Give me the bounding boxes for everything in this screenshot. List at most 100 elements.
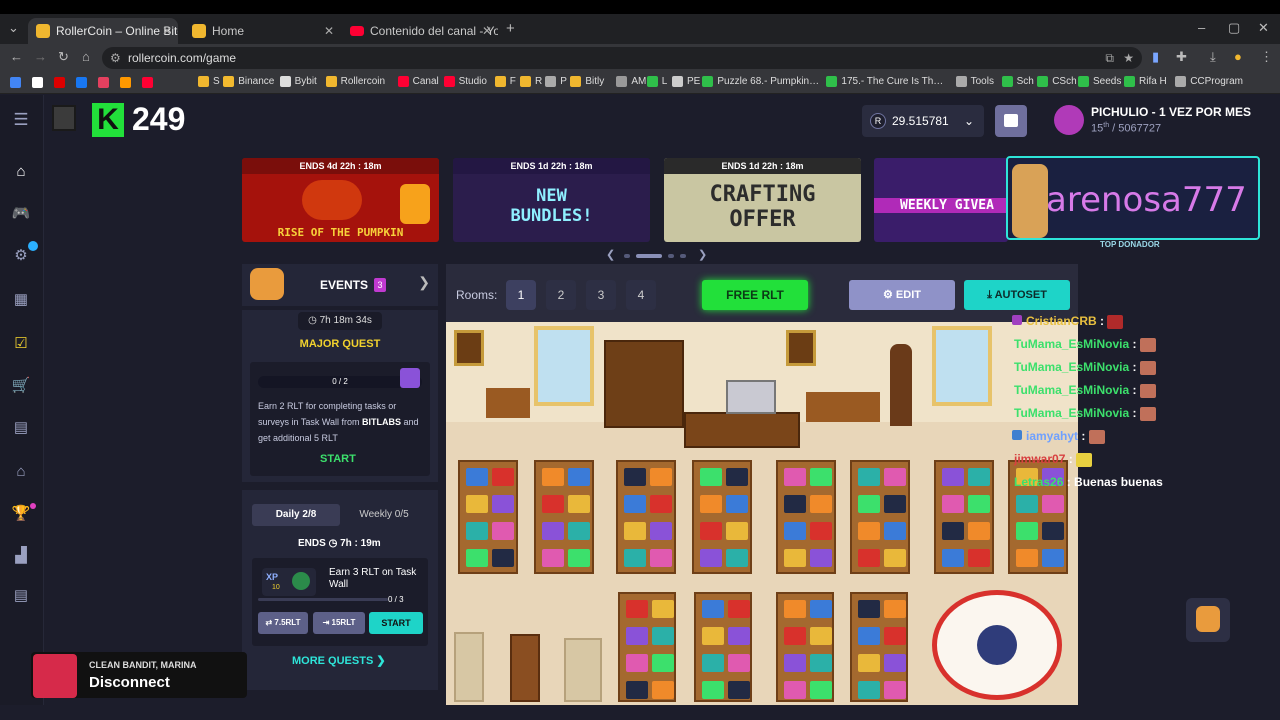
back-icon[interactable]: ← <box>10 49 23 64</box>
miner-icon[interactable] <box>626 654 648 672</box>
miner-icon[interactable] <box>858 627 880 645</box>
miner-icon[interactable] <box>624 522 646 540</box>
bookmark-icon[interactable] <box>76 77 87 88</box>
home-nav-icon[interactable]: ⌂ <box>11 163 31 181</box>
miner-rack[interactable] <box>616 460 676 574</box>
miner-icon[interactable] <box>1016 495 1038 513</box>
miner-icon[interactable] <box>624 549 646 567</box>
event-banner-pumpkin[interactable]: ENDS 4d 22h : 18m RISE OF THE PUMPKIN <box>242 158 439 242</box>
reward-option-b-button[interactable]: ⇥ 15RLT <box>313 612 365 634</box>
miner-icon[interactable] <box>884 495 906 513</box>
bookmark-item[interactable]: 175.- The Cure Is Th… <box>826 76 943 87</box>
bookmark-item[interactable]: AM <box>616 76 646 87</box>
miner-icon[interactable] <box>858 495 880 513</box>
free-rlt-button[interactable]: FREE RLT <box>702 280 808 310</box>
miner-icon[interactable] <box>726 495 748 513</box>
close-tab-icon[interactable]: ✕ <box>162 24 172 38</box>
miner-icon[interactable] <box>784 522 806 540</box>
tab-rollercoin[interactable]: RollerCoin – Online Bitcoin Mi… ✕ <box>28 18 178 44</box>
miner-icon[interactable] <box>626 681 648 699</box>
miner-icon[interactable] <box>858 654 880 672</box>
bookmark-item[interactable]: Bybit <box>279 76 317 87</box>
bookmark-item[interactable]: Rollercoin <box>325 76 385 87</box>
bookmark-icon[interactable] <box>54 77 65 88</box>
bookmark-item[interactable]: P <box>545 76 567 87</box>
bookmark-item[interactable]: Binance <box>223 76 274 87</box>
miner-icon[interactable] <box>784 495 806 513</box>
miner-icon[interactable] <box>884 468 906 486</box>
support-mascot-button[interactable] <box>1186 598 1230 642</box>
miner-icon[interactable] <box>810 654 832 672</box>
miner-icon[interactable] <box>542 522 564 540</box>
miner-rack[interactable] <box>850 592 908 702</box>
miner-icon[interactable] <box>492 522 514 540</box>
rewards-nav-icon[interactable]: 🏆 <box>11 505 31 523</box>
install-app-icon[interactable]: ⧉ <box>1105 47 1114 69</box>
new-tab-icon[interactable]: + <box>506 20 515 37</box>
bookmark-item[interactable]: Canal <box>397 76 439 87</box>
bookmark-item[interactable]: Bitly <box>570 76 604 87</box>
news-nav-icon[interactable]: ▤ <box>11 587 31 605</box>
miner-icon[interactable] <box>1042 495 1064 513</box>
url-input[interactable]: ⚙ rollercoin.com/game ⧉ ★ <box>102 47 1142 69</box>
room-2-button[interactable]: 2 <box>546 280 576 310</box>
miner-icon[interactable] <box>784 600 806 618</box>
miner-icon[interactable] <box>652 654 674 672</box>
events-header[interactable]: EVENTS 3 ❯ <box>242 264 438 306</box>
site-info-icon[interactable]: ⚙ <box>110 47 121 69</box>
miner-icon[interactable] <box>942 522 964 540</box>
bookmark-icon[interactable] <box>32 77 43 88</box>
miner-icon[interactable] <box>700 522 722 540</box>
miner-icon[interactable] <box>810 600 832 618</box>
miner-icon[interactable] <box>626 627 648 645</box>
miner-icon[interactable] <box>942 468 964 486</box>
bookmark-item[interactable]: Studio <box>443 76 487 87</box>
miner-icon[interactable] <box>810 681 832 699</box>
miner-icon[interactable] <box>1016 522 1038 540</box>
tab-daily[interactable]: Daily 2/8 <box>252 504 340 526</box>
miner-icon[interactable] <box>728 654 750 672</box>
reload-icon[interactable]: ↻ <box>58 49 69 65</box>
miner-rack[interactable] <box>618 592 676 702</box>
bookmark-icon[interactable] <box>120 77 131 88</box>
miner-icon[interactable] <box>466 495 488 513</box>
miner-rack[interactable] <box>850 460 910 574</box>
miner-icon[interactable] <box>858 549 880 567</box>
bookmark-item[interactable]: L <box>646 76 667 87</box>
close-window-icon[interactable]: ✕ <box>1258 20 1269 36</box>
miner-icon[interactable] <box>728 627 750 645</box>
task-start-button[interactable]: START <box>369 612 423 634</box>
edit-button[interactable]: ⚙ EDIT <box>849 280 955 310</box>
miner-icon[interactable] <box>626 600 648 618</box>
miner-icon[interactable] <box>702 681 724 699</box>
miner-icon[interactable] <box>942 495 964 513</box>
events-nav-icon[interactable]: ▦ <box>11 291 31 309</box>
miner-icon[interactable] <box>884 600 906 618</box>
tab-home[interactable]: Home ✕ <box>184 18 340 44</box>
chevron-left-icon[interactable]: ❮ <box>606 248 615 261</box>
miner-icon[interactable] <box>968 468 990 486</box>
miner-icon[interactable] <box>1042 549 1064 567</box>
room-1-button[interactable]: 1 <box>506 280 536 310</box>
miner-icon[interactable] <box>884 549 906 567</box>
miner-icon[interactable] <box>884 654 906 672</box>
close-tab-icon[interactable]: ✕ <box>482 24 492 38</box>
market-nav-icon[interactable]: 🛒 <box>11 377 31 395</box>
miner-icon[interactable] <box>968 522 990 540</box>
miner-icon[interactable] <box>810 522 832 540</box>
miner-icon[interactable] <box>728 600 750 618</box>
miner-icon[interactable] <box>652 600 674 618</box>
bookmark-item[interactable]: Tools <box>955 76 994 87</box>
home-icon[interactable]: ⌂ <box>82 49 90 64</box>
bookmark-item[interactable]: Puzzle 68.- Pumpkin… <box>702 76 819 87</box>
bookmark-item[interactable]: R <box>520 76 542 87</box>
miner-icon[interactable] <box>492 468 514 486</box>
miner-icon[interactable] <box>466 549 488 567</box>
miner-icon[interactable] <box>726 522 748 540</box>
bookmark-item[interactable]: F <box>494 76 516 87</box>
forward-icon[interactable]: → <box>34 49 47 64</box>
autoset-button[interactable]: ⤓ AUTOSET <box>964 280 1070 310</box>
miner-icon[interactable] <box>492 549 514 567</box>
miner-icon[interactable] <box>784 627 806 645</box>
room-3-button[interactable]: 3 <box>586 280 616 310</box>
